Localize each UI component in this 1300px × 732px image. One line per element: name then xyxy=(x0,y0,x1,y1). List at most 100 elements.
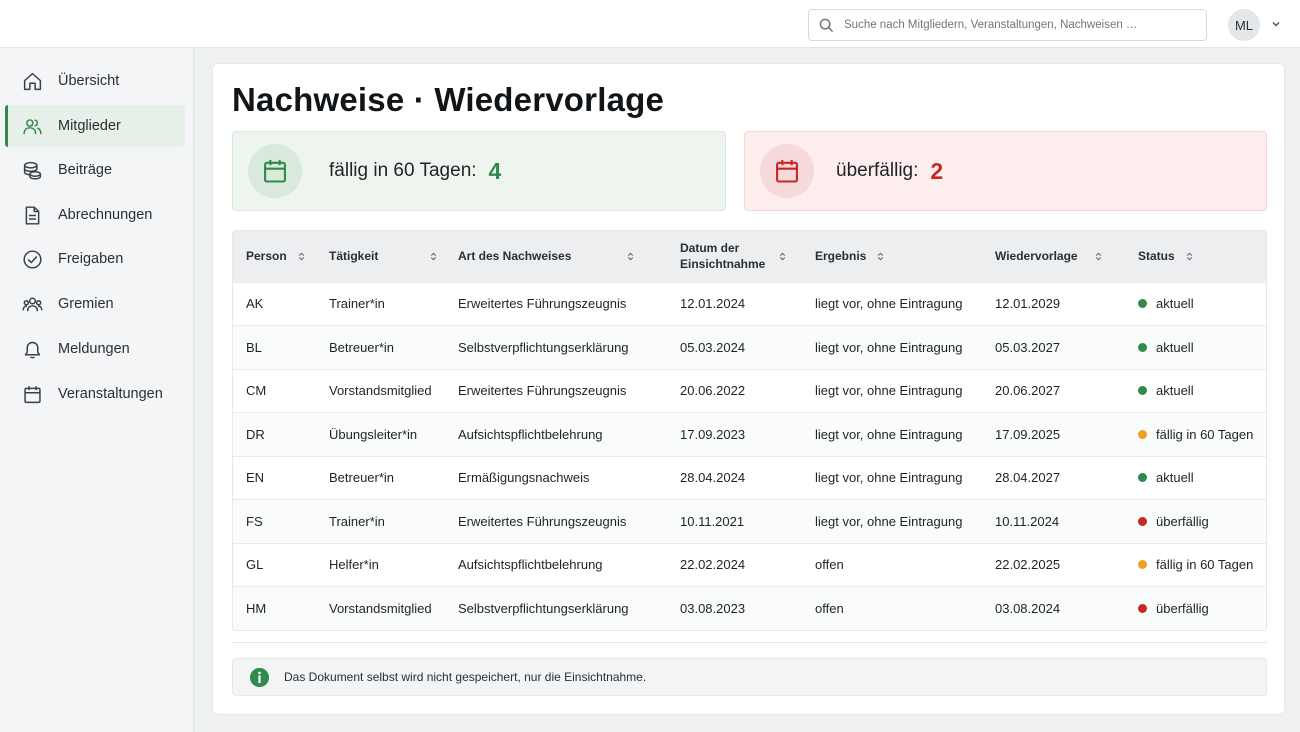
cell-text: 17.09.2025 xyxy=(995,426,1061,442)
table-row[interactable]: AK Trainer*in Erweitertes Führungszeugnis 1… xyxy=(233,281,1266,326)
cell-text: liegt vor, ohne Eintragung xyxy=(815,383,963,399)
column-header-person[interactable]: Person xyxy=(233,231,316,282)
cell-text: GL xyxy=(246,557,264,573)
sidebar-item-mitglieder[interactable]: Mitglieder xyxy=(5,105,185,147)
cell-ergebnis: liegt vor, ohne Eintragung xyxy=(802,368,982,413)
sort-icon[interactable] xyxy=(876,252,885,261)
cell-text: FS xyxy=(246,513,263,529)
cell-text: aktuell xyxy=(1156,470,1194,486)
records-table: Person Tätigkeit Art des Nachweises Datu… xyxy=(232,230,1267,631)
home-icon xyxy=(23,72,42,90)
calendar-icon xyxy=(776,159,798,183)
cell-person: CM xyxy=(233,368,316,413)
sidebar-item-abrechnungen[interactable]: Abrechnungen xyxy=(5,194,185,236)
search-box[interactable] xyxy=(808,9,1207,41)
cell-taetigkeit: Trainer*in xyxy=(316,499,445,543)
table-row[interactable]: CM Vorstandsmitglied Erweitertes Führungsz… xyxy=(233,368,1266,413)
cell-person: DR xyxy=(233,412,316,456)
table-row[interactable]: FS Trainer*in Erweitertes Führungszeugnis 1… xyxy=(233,499,1266,543)
cell-text: aktuell xyxy=(1156,296,1194,312)
cell-text: 12.01.2024 xyxy=(680,296,746,312)
cell-text: überfällig xyxy=(1156,601,1209,616)
cell-text: fällig in 60 Tagen xyxy=(1156,426,1254,442)
cell-text: liegt vor, ohne Eintragung xyxy=(815,426,963,442)
cell-text: 05.03.2027 xyxy=(995,339,1061,355)
cell-text: fällig in 60 Tagen xyxy=(1156,557,1254,573)
cell-wiedervorlage: 28.04.2027 xyxy=(982,455,1125,500)
sidebar-item-uebersicht[interactable]: Übersicht xyxy=(5,60,185,102)
cell-ergebnis: offen xyxy=(802,586,982,630)
cell-ergebnis: liegt vor, ohne Eintragung xyxy=(802,455,982,500)
cell-text: 22.02.2024 xyxy=(680,557,746,573)
sidebar-item-label: Übersicht xyxy=(58,73,120,89)
column-header-ergebnis[interactable]: Ergebnis xyxy=(802,231,982,282)
status-dot xyxy=(1138,342,1147,352)
column-header-taetigkeit[interactable]: Tätigkeit xyxy=(316,231,445,282)
table-row[interactable]: HM Vorstandsmitglied Selbstverpflichtungse… xyxy=(233,586,1266,630)
cell-person: AK xyxy=(233,281,316,326)
cell-wiedervorlage: 10.11.2024 xyxy=(982,499,1125,543)
sort-icon[interactable] xyxy=(778,252,787,261)
bell-icon xyxy=(24,341,41,358)
column-header-art-des-nachweises[interactable]: Art des Nachweises xyxy=(445,231,667,282)
cell-text: Betreuer*in xyxy=(329,339,395,355)
cell-person: GL xyxy=(233,542,316,587)
cell-wiedervorlage: 20.06.2027 xyxy=(982,368,1125,413)
cell-text: Vorstandsmitglied xyxy=(329,601,432,616)
stat-overdue-icon-circle xyxy=(760,144,814,198)
table-row[interactable]: EN Betreuer*in Ermäßigungsnachweis 28.04.20… xyxy=(233,455,1266,500)
cell-text: 22.02.2025 xyxy=(995,557,1061,573)
stat-due-card: fällig in 60 Tagen: 4 xyxy=(232,131,726,211)
cell-person: EN xyxy=(233,455,316,500)
cell-text: 03.08.2023 xyxy=(680,601,746,616)
sidebar-item-label: Beiträge xyxy=(58,162,113,178)
cell-ergebnis: liegt vor, ohne Eintragung xyxy=(802,281,982,326)
sort-icon[interactable] xyxy=(1185,252,1194,261)
stat-due-value: 4 xyxy=(488,157,502,184)
info-note: Das Dokument selbst wird nicht gespeiche… xyxy=(232,658,1267,696)
sort-icon[interactable] xyxy=(1094,252,1103,261)
divider xyxy=(232,642,1267,643)
sort-icon[interactable] xyxy=(429,252,438,261)
sort-icon[interactable] xyxy=(297,252,306,261)
cell-wiedervorlage: 22.02.2025 xyxy=(982,542,1125,587)
sidebar-item-freigaben[interactable]: Freigaben xyxy=(5,238,185,280)
search-input[interactable] xyxy=(844,19,1206,31)
cell-wiedervorlage: 05.03.2027 xyxy=(982,325,1125,369)
user-avatar[interactable]: ML xyxy=(1228,9,1260,41)
cell-art-des-nachweises: Erweitertes Führungszeugnis xyxy=(445,368,667,413)
stat-overdue-label: überfällig: xyxy=(836,160,919,181)
cell-text: 10.11.2024 xyxy=(995,513,1060,529)
sidebar-item-label: Mitglieder xyxy=(58,118,121,134)
cell-text: aktuell xyxy=(1156,383,1194,399)
sidebar-item-meldungen[interactable]: Meldungen xyxy=(5,328,185,370)
status-dot xyxy=(1138,604,1147,613)
cell-text: Erweitertes Führungszeugnis xyxy=(458,383,627,399)
column-header-status[interactable]: Status xyxy=(1125,231,1266,282)
column-header-wiedervorlage[interactable]: Wiedervorlage xyxy=(982,231,1125,282)
cell-status: überfällig xyxy=(1125,586,1266,630)
status-dot xyxy=(1138,473,1147,483)
sort-icon[interactable] xyxy=(626,252,635,261)
column-header-datum-der-einsichtnahme[interactable]: Datum der Einsichtnahme xyxy=(667,231,802,282)
cell-text: 28.04.2024 xyxy=(680,470,746,486)
cell-art-des-nachweises: Selbstverpflichtungserklärung xyxy=(445,586,667,630)
cell-text: Aufsichtspflichtbelehrung xyxy=(458,557,603,573)
cell-person: HM xyxy=(233,586,316,630)
cell-taetigkeit: Helfer*in xyxy=(316,542,445,587)
sidebar-item-label: Veranstaltungen xyxy=(58,386,163,402)
sidebar-item-veranstaltungen[interactable]: Veranstaltungen xyxy=(5,373,185,415)
sidebar-item-beitraege[interactable]: Beiträge xyxy=(5,149,185,191)
cell-text: Selbstverpflichtungserklärung xyxy=(458,339,629,355)
cell-text: CM xyxy=(246,383,267,399)
table-row[interactable]: BL Betreuer*in Selbstverpflichtungserkläru… xyxy=(233,325,1266,369)
status-dot xyxy=(1138,386,1147,396)
cell-person: FS xyxy=(233,499,316,543)
sidebar-item-gremien[interactable]: Gremien xyxy=(5,283,185,325)
table-header-row: Person Tätigkeit Art des Nachweises Datu… xyxy=(233,231,1266,282)
users-icon xyxy=(23,118,42,134)
cell-text: 28.04.2027 xyxy=(995,470,1061,486)
chevron-down-icon[interactable] xyxy=(1270,18,1282,30)
table-row[interactable]: GL Helfer*in Aufsichtspflichtbelehrung 22.0… xyxy=(233,542,1266,587)
table-row[interactable]: DR Übungsleiter*in Aufsichtspflichtbelehru… xyxy=(233,412,1266,456)
